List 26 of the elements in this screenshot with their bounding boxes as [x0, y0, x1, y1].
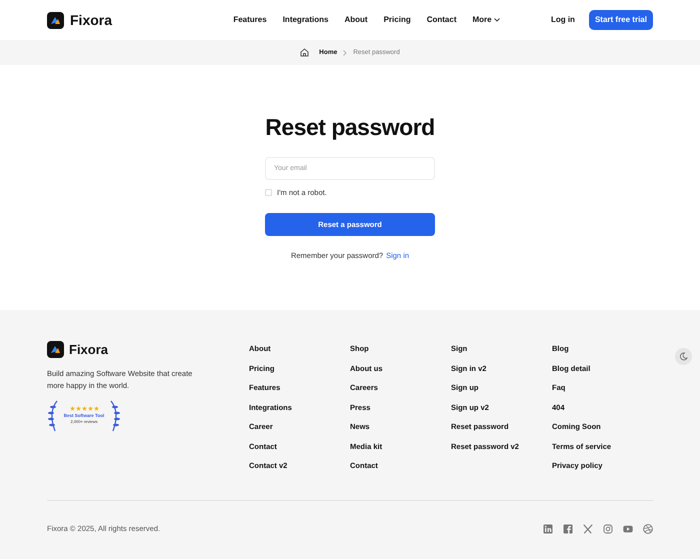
- nav-link[interactable]: About: [344, 14, 368, 26]
- nav-link[interactable]: Integrations: [282, 14, 328, 26]
- linkedin-icon[interactable]: [543, 524, 553, 534]
- chevron-right-icon: [343, 50, 348, 56]
- nav-link[interactable]: More: [472, 14, 500, 26]
- home-icon[interactable]: [300, 48, 310, 57]
- chevron-down-icon: [494, 18, 500, 22]
- moon-icon[interactable]: [675, 348, 692, 365]
- youtube-icon[interactable]: [623, 524, 633, 534]
- nav-link[interactable]: Pricing: [384, 14, 411, 26]
- logo-icon: [47, 12, 64, 28]
- logo-icon: [47, 341, 64, 358]
- nav-link[interactable]: Contact: [426, 14, 456, 26]
- dribbble-icon[interactable]: [643, 524, 653, 534]
- footer-brand-name[interactable]: Fixora: [69, 340, 108, 360]
- facebook-icon[interactable]: [563, 524, 573, 534]
- robot-checkbox[interactable]: [265, 188, 272, 196]
- instagram-icon[interactable]: [603, 524, 613, 534]
- nav-link[interactable]: Features: [233, 14, 267, 26]
- login-link[interactable]: Log in: [550, 14, 575, 26]
- page-title: Reset password: [265, 113, 435, 142]
- start-trial-button[interactable]: Start free trial: [588, 10, 653, 30]
- laurel-icon: [47, 400, 59, 432]
- brand-name[interactable]: Fixora: [70, 10, 112, 30]
- laurel-icon: [109, 400, 121, 432]
- x-logo-icon[interactable]: [583, 524, 593, 534]
